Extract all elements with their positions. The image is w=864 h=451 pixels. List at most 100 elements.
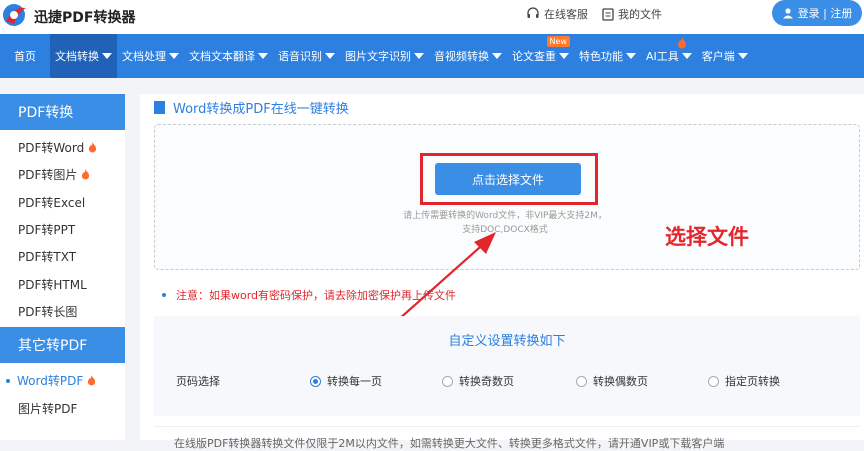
sidebar-item-topdf-0[interactable]: Word转PDF bbox=[0, 367, 125, 394]
nav-item-3[interactable]: 文档文本翻译 bbox=[184, 34, 273, 78]
user-icon bbox=[782, 8, 793, 19]
nav-item-label: 图片文字识别 bbox=[345, 50, 411, 63]
chevron-down-icon bbox=[559, 53, 569, 59]
my-files-label: 我的文件 bbox=[618, 8, 662, 21]
custom-settings-title: 自定义设置转换如下 bbox=[448, 334, 566, 349]
sidebar-item-pdf-1[interactable]: PDF转图片 bbox=[0, 161, 125, 188]
chevron-down-icon bbox=[325, 53, 335, 59]
active-dot bbox=[6, 378, 10, 383]
nav-item-label: 论文查重 bbox=[512, 50, 556, 63]
bullet-dot bbox=[162, 293, 166, 297]
nav-item-label: 特色功能 bbox=[579, 50, 623, 63]
file-icon bbox=[602, 7, 614, 21]
flame-icon bbox=[82, 169, 90, 180]
page-selection-row: 页码选择 转换每一页 转换奇数页 转换偶数页 指定页转换 bbox=[176, 371, 856, 391]
main-nav: 首页 文档转换 文档处理 文档文本翻译 语音识别 图片文字识别 音视频转换 论文查重 New 特色… bbox=[0, 34, 864, 78]
document-icon bbox=[154, 101, 165, 114]
sidebar-item-label: PDF转长图 bbox=[18, 304, 78, 319]
nav-item-5[interactable]: 图片文字识别 bbox=[340, 34, 429, 78]
page-option-label: 指定页转换 bbox=[725, 375, 780, 388]
flame-icon bbox=[677, 37, 686, 49]
my-files-link[interactable]: 我的文件 bbox=[602, 6, 662, 22]
sidebar-item-label: PDF转图片 bbox=[18, 168, 78, 183]
sidebar-item-label: PDF转Excel bbox=[18, 195, 86, 210]
chevron-down-icon bbox=[169, 53, 179, 59]
section-title: Word转换成PDF在线一键转换 bbox=[154, 98, 349, 117]
sidebar-group-pdf-convert: PDF转换 bbox=[0, 94, 125, 130]
nav-item-label: 文档文本翻译 bbox=[189, 50, 255, 63]
annotation-label: 选择文件 bbox=[665, 225, 749, 249]
sidebar-item-topdf-1[interactable]: 图片转PDF bbox=[0, 394, 125, 421]
page-selection-label: 页码选择 bbox=[176, 375, 220, 388]
nav-item-0[interactable]: 首页 bbox=[0, 34, 50, 78]
nav-item-10[interactable]: 客户端 bbox=[697, 34, 753, 78]
page-option-radio-0[interactable]: 转换每一页 bbox=[310, 373, 382, 389]
nav-item-8[interactable]: 特色功能 bbox=[574, 34, 641, 78]
new-badge: New bbox=[546, 36, 570, 47]
annotation-red-frame bbox=[420, 153, 598, 205]
chevron-down-icon bbox=[414, 53, 424, 59]
sidebar-item-pdf-3[interactable]: PDF转PPT bbox=[0, 216, 125, 243]
notice: 注意：如果word有密码保护，请去除加密保护再上传文件 bbox=[162, 287, 456, 303]
page-option-label: 转换每一页 bbox=[327, 375, 382, 388]
sidebar: PDF转换 PDF转Word PDF转图片 PDF转Excel PDF转PPT PDF转… bbox=[0, 94, 125, 440]
main-panel: Word转换成PDF在线一键转换 点击选择文件 请上传需要转换的Word文件，非… bbox=[140, 94, 864, 450]
sidebar-item-label: Word转PDF bbox=[17, 374, 84, 389]
logo-icon bbox=[0, 2, 32, 32]
radio-circle-icon bbox=[576, 375, 587, 387]
chevron-down-icon bbox=[258, 53, 268, 59]
chevron-down-icon bbox=[102, 53, 112, 59]
sidebar-group-to-pdf: 其它转PDF bbox=[0, 327, 125, 364]
login-register-label: 登录 | 注册 bbox=[797, 7, 853, 20]
sidebar-item-pdf-0[interactable]: PDF转Word bbox=[0, 134, 125, 161]
logo[interactable]: 迅捷PDF转换器 bbox=[0, 2, 135, 32]
nav-item-label: 首页 bbox=[14, 50, 36, 63]
online-service-label: 在线客服 bbox=[544, 8, 588, 21]
sidebar-item-pdf-4[interactable]: PDF转TXT bbox=[0, 243, 125, 270]
page-option-label: 转换奇数页 bbox=[459, 375, 514, 388]
bottom-info-text: 在线版PDF转换器转换文件仅限于2M以内文件，如需转换更大文件、转换更多格式文件… bbox=[174, 437, 725, 450]
nav-item-label: 文档处理 bbox=[122, 50, 166, 63]
sidebar-item-pdf-5[interactable]: PDF转HTML bbox=[0, 270, 125, 297]
radio-circle-icon bbox=[708, 375, 719, 387]
page-option-radio-2[interactable]: 转换偶数页 bbox=[576, 373, 648, 389]
nav-item-label: 文档转换 bbox=[55, 50, 99, 63]
top-bar: 迅捷PDF转换器 在线客服 我的文件 登录 | 注册 bbox=[0, 0, 864, 34]
nav-item-6[interactable]: 音视频转换 bbox=[429, 34, 507, 78]
nav-item-label: 音视频转换 bbox=[434, 50, 489, 63]
online-service-link[interactable]: 在线客服 bbox=[526, 6, 588, 22]
chevron-down-icon bbox=[681, 53, 692, 59]
sidebar-item-pdf-6[interactable]: PDF转长图 bbox=[0, 298, 125, 325]
nav-item-label: 语音识别 bbox=[278, 50, 322, 63]
chevron-down-icon bbox=[737, 53, 748, 59]
nav-item-label: AI工具 bbox=[646, 50, 679, 63]
bottom-info-strip: 在线版PDF转换器转换文件仅限于2M以内文件，如需转换更大文件、转换更多格式文件… bbox=[154, 426, 860, 450]
notice-text: 注意：如果word有密码保护，请去除加密保护再上传文件 bbox=[176, 289, 457, 302]
chevron-down-icon bbox=[492, 53, 502, 59]
sidebar-item-label: PDF转Word bbox=[18, 141, 85, 156]
sidebar-item-label: PDF转HTML bbox=[18, 277, 87, 292]
headset-icon bbox=[527, 7, 539, 18]
nav-item-9[interactable]: AI工具 bbox=[641, 34, 697, 78]
sidebar-item-label: 图片转PDF bbox=[18, 401, 78, 416]
sidebar-item-pdf-2[interactable]: PDF转Excel bbox=[0, 189, 125, 216]
flame-icon bbox=[88, 375, 96, 386]
radio-circle-icon bbox=[442, 375, 453, 387]
radio-circle-icon bbox=[310, 375, 321, 387]
nav-item-label: 客户端 bbox=[701, 50, 735, 63]
nav-item-4[interactable]: 语音识别 bbox=[273, 34, 340, 78]
logo-text: 迅捷PDF转换器 bbox=[34, 10, 136, 26]
nav-item-7[interactable]: 论文查重 New bbox=[507, 34, 574, 78]
sidebar-item-label: PDF转TXT bbox=[18, 250, 77, 265]
page-title: Word转换成PDF在线一键转换 bbox=[173, 102, 349, 117]
page-option-label: 转换偶数页 bbox=[593, 375, 648, 388]
page-option-radio-1[interactable]: 转换奇数页 bbox=[442, 373, 514, 389]
login-register-button[interactable]: 登录 | 注册 bbox=[772, 0, 862, 26]
custom-settings-panel: 自定义设置转换如下 页码选择 转换每一页 转换奇数页 转换偶数页 指定页转换 bbox=[154, 316, 860, 416]
sidebar-item-label: PDF转PPT bbox=[18, 223, 76, 238]
page-option-radio-3[interactable]: 指定页转换 bbox=[708, 373, 780, 389]
chevron-down-icon bbox=[626, 53, 636, 59]
nav-item-2[interactable]: 文档处理 bbox=[117, 34, 184, 78]
nav-item-1[interactable]: 文档转换 bbox=[50, 34, 117, 78]
flame-icon bbox=[89, 142, 97, 153]
